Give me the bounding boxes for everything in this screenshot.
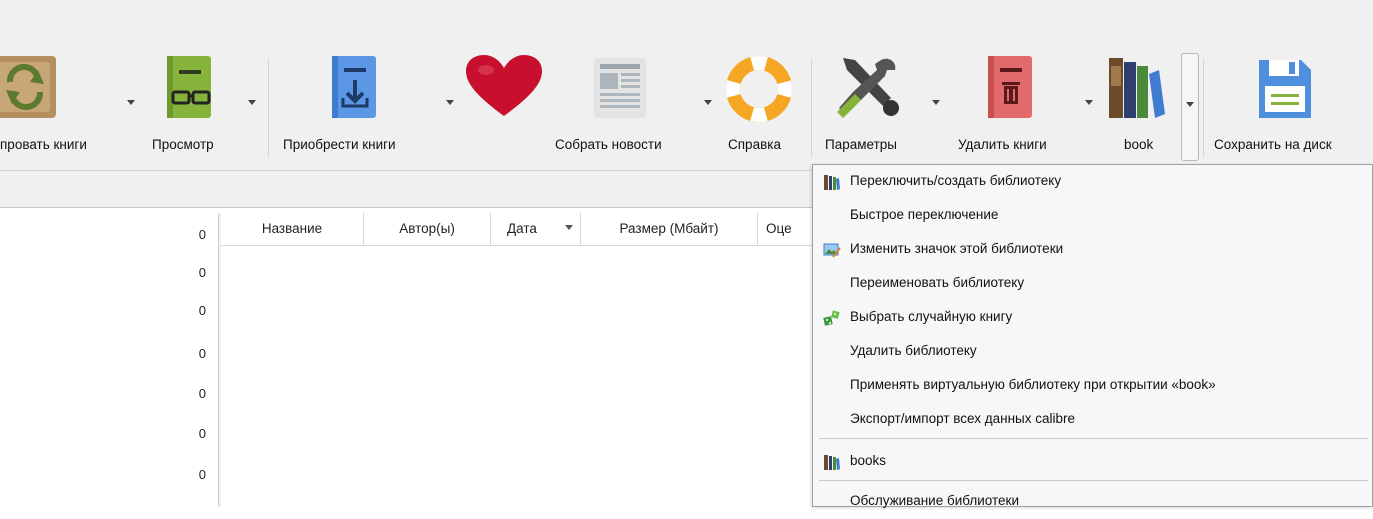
menu-item-apply-virtual-library[interactable]: Применять виртуальную библиотеку при отк… [813, 369, 1372, 403]
preferences-label: Параметры [825, 137, 897, 152]
toolbar-separator [268, 58, 269, 158]
view-dropdown-arrow[interactable] [248, 100, 256, 105]
menu-separator [819, 438, 1368, 439]
get-books-label: Приобрести книги [283, 137, 396, 152]
menu-separator [819, 480, 1368, 481]
convert-books-dropdown-arrow[interactable] [127, 100, 135, 105]
view-label: Просмотр [152, 137, 214, 152]
menu-item-rename-library[interactable]: Переименовать библиотеку [813, 267, 1372, 301]
remove-books-label: Удалить книги [958, 137, 1047, 152]
menu-item-label: Переключить/создать библиотеку [850, 173, 1062, 188]
main-toolbar: провать книги Просмотр Приобрести книги [0, 50, 1373, 170]
save-to-disk-icon [1259, 60, 1311, 118]
view-button[interactable]: Просмотр [145, 50, 250, 170]
table-header: Название Автор(ы) Дата Размер (Мбайт) Оц… [221, 213, 821, 246]
convert-books-icon [0, 56, 56, 118]
remove-books-button[interactable]: Удалить книги [948, 50, 1088, 170]
library-dropdown-button[interactable] [1181, 53, 1199, 161]
category-count: 0 [198, 265, 206, 280]
menu-item-label: Экспорт/импорт всех данных calibre [850, 411, 1076, 426]
fetch-news-icon [594, 58, 646, 118]
library-button[interactable]: book [1097, 50, 1177, 170]
library-dropdown-menu: Переключить/создать библиотеку Быстрое п… [812, 164, 1373, 508]
category-count: 0 [198, 386, 206, 401]
menu-item-label: Выбрать случайную книгу [850, 309, 1013, 324]
sort-descending-icon [565, 225, 573, 230]
fetch-news-dropdown-arrow[interactable] [704, 100, 712, 105]
menu-item-export-import-data[interactable]: Экспорт/импорт всех данных calibre [813, 403, 1372, 437]
category-count: 0 [198, 227, 206, 242]
menu-item-random-book[interactable]: Выбрать случайную книгу [813, 301, 1372, 335]
library-books-icon [1109, 58, 1165, 118]
save-to-disk-label: Сохранить на диск [1214, 137, 1332, 152]
fetch-news-label: Собрать новости [555, 137, 662, 152]
get-books-icon [332, 56, 376, 118]
remove-books-icon [988, 56, 1032, 118]
column-header-date[interactable]: Дата [491, 213, 581, 245]
category-count: 0 [198, 467, 206, 482]
menu-item-change-library-icon[interactable]: Изменить значок этой библиотеки [813, 233, 1372, 267]
preferences-tools-icon [837, 58, 899, 118]
donate-button[interactable] [460, 50, 550, 170]
category-count: 0 [198, 426, 206, 441]
convert-books-label: провать книги [0, 137, 87, 152]
column-header-size[interactable]: Размер (Мбайт) [581, 213, 758, 245]
random-dice-icon [823, 310, 840, 326]
menu-item-quick-switch[interactable]: Быстрое переключение [813, 199, 1372, 233]
menu-item-label: Применять виртуальную библиотеку при отк… [850, 377, 1216, 392]
get-books-button[interactable]: Приобрести книги [275, 50, 445, 170]
image-edit-icon [823, 243, 841, 258]
help-button[interactable]: Справка [722, 50, 808, 170]
menu-item-label: Переименовать библиотеку [850, 275, 1025, 290]
library-label: book [1124, 137, 1154, 152]
remove-books-dropdown-arrow[interactable] [1085, 100, 1093, 105]
donate-heart-icon [466, 55, 542, 116]
chevron-down-icon [1186, 102, 1194, 107]
toolbar-separator [1203, 58, 1204, 158]
save-to-disk-button[interactable]: Сохранить на диск [1207, 50, 1373, 170]
menu-item-label: Обслуживание библиотеки [850, 493, 1019, 508]
window-top-strip [0, 0, 1373, 50]
preferences-button[interactable]: Параметры [815, 50, 935, 170]
column-header-date-label: Дата [507, 221, 537, 236]
menu-item-label: Удалить библиотеку [850, 343, 977, 358]
preferences-dropdown-arrow[interactable] [932, 100, 940, 105]
menu-item-remove-library[interactable]: Удалить библиотеку [813, 335, 1372, 369]
help-lifebuoy-icon [726, 56, 792, 122]
books-table: Название Автор(ы) Дата Размер (Мбайт) Оц… [221, 213, 821, 507]
menu-item-label: Изменить значок этой библиотеки [850, 241, 1064, 256]
view-book-icon [167, 56, 211, 118]
fetch-news-button[interactable]: Собрать новости [552, 50, 702, 170]
menu-item-label: Быстрое переключение [850, 207, 999, 222]
column-header-authors[interactable]: Автор(ы) [364, 213, 491, 245]
category-count: 0 [198, 303, 206, 318]
get-books-dropdown-arrow[interactable] [446, 100, 454, 105]
menu-item-label: books [850, 453, 887, 468]
column-header-title[interactable]: Название [221, 213, 364, 245]
library-books-icon [824, 455, 840, 470]
menu-item-switch-create-library[interactable]: Переключить/создать библиотеку [813, 165, 1372, 199]
category-count: 0 [198, 346, 206, 361]
tag-browser-pane: 0 0 0 0 0 0 0 [0, 213, 218, 507]
library-books-icon [824, 175, 840, 190]
convert-books-button[interactable]: провать книги [0, 50, 145, 170]
toolbar-separator [811, 58, 812, 158]
menu-item-library-maintenance[interactable]: Обслуживание библиотеки [813, 485, 1372, 519]
menu-item-library-books[interactable]: books [813, 445, 1372, 479]
help-label: Справка [728, 137, 781, 152]
